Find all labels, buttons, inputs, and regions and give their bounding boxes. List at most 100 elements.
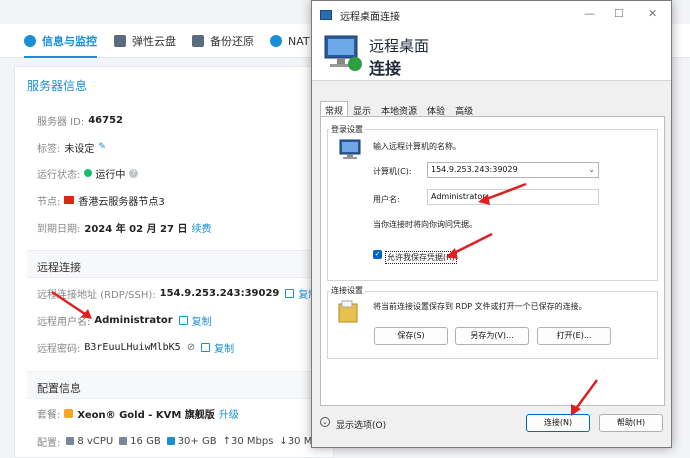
tab-label: NAT: [288, 35, 310, 48]
computer-label: 计算机(C):: [373, 166, 412, 177]
remote-pwd-value: B3rEuuLHuiwMlbK5: [84, 342, 180, 353]
rdp-tabs: 常规 显示 本地资源 体验 高级: [320, 101, 478, 117]
network-icon: [270, 35, 282, 47]
chevron-down-icon[interactable]: ⌄: [588, 163, 595, 177]
tab-general[interactable]: 常规: [320, 101, 348, 117]
close-icon[interactable]: ✕: [648, 7, 657, 20]
hk-flag-icon: [64, 196, 74, 204]
login-hint: 输入远程计算机的名称。: [373, 141, 461, 152]
user-label: 用户名:: [373, 194, 400, 205]
renew-link[interactable]: 续费: [191, 220, 211, 235]
help-icon[interactable]: ?: [129, 169, 138, 178]
save-button[interactable]: 保存(S): [374, 327, 448, 345]
edit-icon[interactable]: ✎: [98, 143, 107, 152]
tab-local-resources[interactable]: 本地资源: [376, 101, 422, 117]
server-card: 服务器信息 服务器 ID: 46752 标签: 未设定 ✎ 运行状态: 运行中 …: [14, 66, 334, 458]
tab-advanced[interactable]: 高级: [450, 101, 478, 117]
annotation-arrow: [563, 376, 603, 422]
spec-value: 8 vCPU: [77, 436, 113, 447]
annotation-arrow: [440, 228, 500, 264]
expire-label: 到期日期:: [37, 220, 80, 235]
maximize-icon[interactable]: ☐: [614, 7, 624, 20]
minimize-icon[interactable]: —: [584, 7, 595, 20]
spec-value: 16 GB: [130, 436, 161, 447]
rdp-banner: 远程桌面 连接: [312, 29, 671, 81]
bandwidth-icon: ↑: [223, 436, 231, 447]
status-value: 运行中: [95, 166, 125, 181]
copy-user-button[interactable]: 复制: [192, 313, 212, 328]
upgrade-link[interactable]: 升级: [219, 406, 239, 421]
spec-mem: 16 GB: [119, 436, 161, 447]
remote-pwd-label: 远程密码:: [37, 340, 80, 355]
expire-value: 2024 年 02 月 27 日: [84, 220, 187, 235]
banner-line2: 连接: [369, 55, 401, 79]
plan-label: 套餐:: [37, 406, 60, 421]
bandwidth-icon: ↓: [279, 436, 287, 447]
copy-icon[interactable]: [285, 289, 294, 298]
computer-icon: [339, 139, 363, 161]
server-id-value: 46752: [88, 115, 123, 126]
spec-disk: 30+ GB: [167, 436, 217, 447]
tab-experience[interactable]: 体验: [422, 101, 450, 117]
plan-value: Xeon® Gold - KVM 旗舰版: [77, 406, 214, 421]
status-row: 运行状态: 运行中 ?: [37, 165, 138, 181]
help-button[interactable]: 帮助(H): [599, 414, 663, 432]
hide-password-icon[interactable]: ⊘: [187, 342, 195, 353]
server-id-label: 服务器 ID:: [37, 113, 84, 128]
spec-label: 配置:: [37, 434, 60, 449]
tab-nat[interactable]: NAT: [270, 24, 310, 58]
tag-label: 标签:: [37, 140, 60, 155]
copy-icon[interactable]: [201, 343, 210, 352]
memory-icon: [119, 437, 127, 445]
node-label: 节点:: [37, 193, 60, 208]
rdp-window: 远程桌面连接 — ☐ ✕ 远程桌面 连接 常规 显示 本地资源 体验 高级 登录…: [311, 0, 672, 448]
rdp-titlebar[interactable]: 远程桌面连接 — ☐ ✕: [312, 1, 671, 29]
running-icon: [84, 169, 92, 177]
computer-value: 154.9.253.243:39029: [431, 165, 518, 174]
status-label: 运行状态:: [37, 166, 80, 181]
tab-display[interactable]: 显示: [348, 101, 376, 117]
copy-icon[interactable]: [179, 316, 188, 325]
open-button[interactable]: 打开(E)...: [537, 327, 611, 345]
tab-label: 信息与监控: [42, 33, 97, 49]
connection-group-label: 连接设置: [329, 285, 365, 296]
cpu-icon: [66, 437, 74, 445]
spec-bw: ↑30 Mbps: [223, 436, 274, 447]
spec-value: 30+ GB: [178, 436, 217, 447]
login-group-label: 登录设置: [329, 124, 365, 135]
banner-line1: 远程桌面: [369, 35, 429, 56]
disk-icon: [114, 35, 126, 47]
remote-user-value: Administrator: [94, 315, 172, 326]
expand-options-icon[interactable]: ⌄: [320, 417, 330, 427]
folder-icon: [337, 300, 359, 324]
node-value: 香港云服务器节点3: [78, 193, 164, 208]
backup-icon: [192, 35, 204, 47]
copy-pwd-button[interactable]: 复制: [214, 340, 234, 355]
tag-row: 标签: 未设定 ✎: [37, 139, 107, 155]
remote-pwd-row: 远程密码: B3rEuuLHuiwMlbK5 ⊘ 复制: [37, 339, 234, 355]
computer-combobox[interactable]: 154.9.253.243:39029 ⌄: [427, 162, 599, 178]
tag-value: 未设定: [64, 140, 94, 155]
config-section-header: 配置信息: [27, 371, 333, 399]
server-info-title: 服务器信息: [27, 77, 87, 94]
annotation-arrow: [48, 288, 98, 328]
tab-disk[interactable]: 弹性云盘: [114, 24, 176, 58]
plan-row: 套餐: Xeon® Gold - KVM 旗舰版 升级: [37, 405, 239, 421]
remote-desktop-icon: [322, 34, 364, 74]
monitor-icon: [24, 35, 36, 47]
plan-icon: [64, 409, 73, 418]
save-credentials-checkbox[interactable]: ✓: [373, 250, 382, 259]
expire-row: 到期日期: 2024 年 02 月 27 日 续费: [37, 219, 211, 235]
remote-section-header: 远程连接: [27, 250, 333, 278]
show-options-link[interactable]: 显示选项(O): [336, 418, 386, 431]
spec-cpu: 8 vCPU: [66, 436, 113, 447]
annotation-arrow: [470, 180, 530, 220]
connection-hint: 将当前连接设置保存到 RDP 文件或打开一个已保存的连接。: [373, 301, 587, 312]
spec-row: 配置: 8 vCPU 16 GB 30+ GB ↑30 Mbps ↓30 Mb: [37, 433, 319, 449]
tab-monitor[interactable]: 信息与监控: [24, 24, 97, 58]
spec-value: 30 Mbps: [231, 436, 273, 447]
save-as-button[interactable]: 另存为(V)...: [455, 327, 529, 345]
tab-label: 备份还原: [210, 33, 254, 49]
node-row: 节点: 香港云服务器节点3: [37, 192, 165, 208]
tab-backup[interactable]: 备份还原: [192, 24, 254, 58]
